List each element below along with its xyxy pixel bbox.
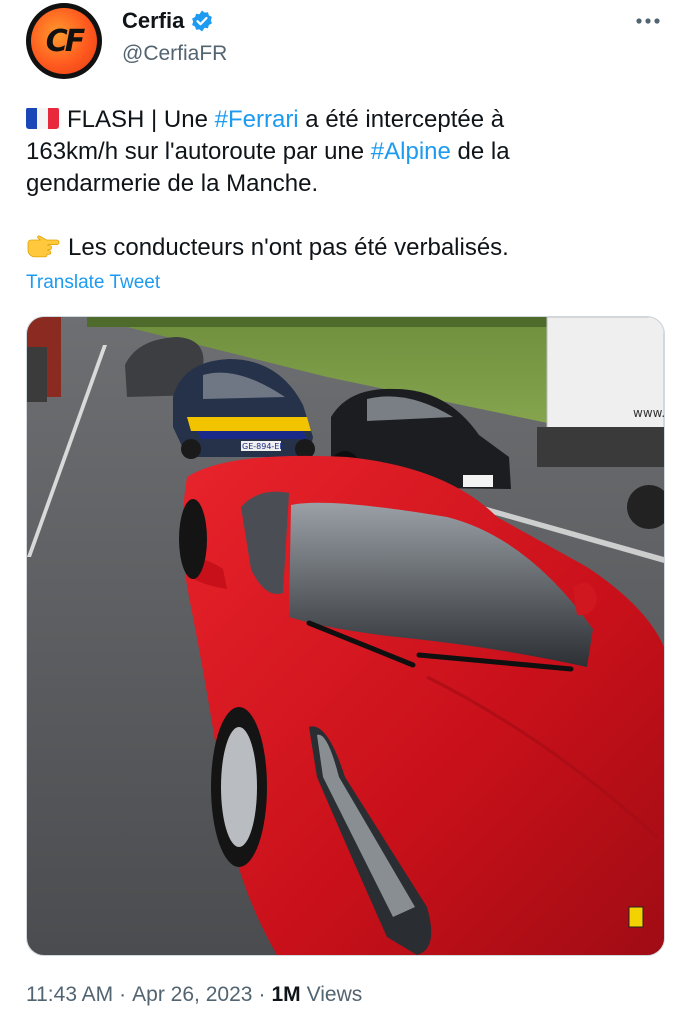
hashtag-ferrari-link[interactable]: #Ferrari: [215, 106, 299, 133]
author-name-row[interactable]: Cerfia: [122, 8, 214, 34]
views-label[interactable]: Views: [307, 983, 363, 1007]
license-plate-text: GE-894-ER: [242, 442, 285, 451]
tweet-time[interactable]: 11:43 AM: [26, 983, 113, 1007]
tweet-text: FLASH | Une #Ferrari a été interceptée à…: [26, 104, 666, 268]
pointing-right-hand-icon: [26, 235, 60, 268]
display-name[interactable]: Cerfia: [122, 8, 184, 34]
tweet-line-4: Les conducteurs n'ont pas été verbalisés…: [26, 232, 666, 268]
author-handle[interactable]: @CerfiaFR: [122, 42, 227, 66]
tweet-line-1-text-b: a été interceptée à: [298, 106, 505, 133]
tweet-line-1-text-a: FLASH | Une: [67, 106, 215, 133]
tweet-line-1: FLASH | Une #Ferrari a été interceptée à: [26, 104, 666, 136]
tweet-line-3: gendarmerie de la Manche.: [26, 170, 319, 197]
translate-tweet-link[interactable]: Translate Tweet: [26, 272, 160, 294]
tweet-line-2-text-a: 163km/h sur l'autoroute par une: [26, 138, 371, 165]
more-options-button[interactable]: [633, 6, 663, 36]
views-count[interactable]: 1M: [271, 983, 300, 1007]
france-flag-icon: [26, 107, 59, 129]
tweet-photo[interactable]: www. GE-894-ER: [26, 316, 665, 956]
meta-separator: ·: [258, 983, 266, 1006]
tweet-date[interactable]: Apr 26, 2023: [132, 983, 252, 1007]
tweet-line-4-text: Les conducteurs n'ont pas été verbalisés…: [68, 234, 509, 261]
avatar-logo: CF: [31, 8, 97, 74]
tweet-line-2-text-b: de la: [450, 138, 510, 165]
photo-scene: www. GE-894-ER: [27, 317, 664, 955]
more-dots-icon: [636, 18, 660, 24]
truck-text: www.: [633, 406, 664, 420]
hashtag-alpine-link[interactable]: #Alpine: [371, 138, 451, 165]
meta-separator: ·: [119, 983, 127, 1006]
verified-badge-icon: [192, 10, 213, 32]
tweet-line-2: 163km/h sur l'autoroute par une #Alpine …: [26, 136, 666, 168]
avatar[interactable]: CF: [26, 3, 102, 79]
tweet-meta: 11:43 AM · Apr 26, 2023 · 1M Views: [26, 983, 362, 1007]
